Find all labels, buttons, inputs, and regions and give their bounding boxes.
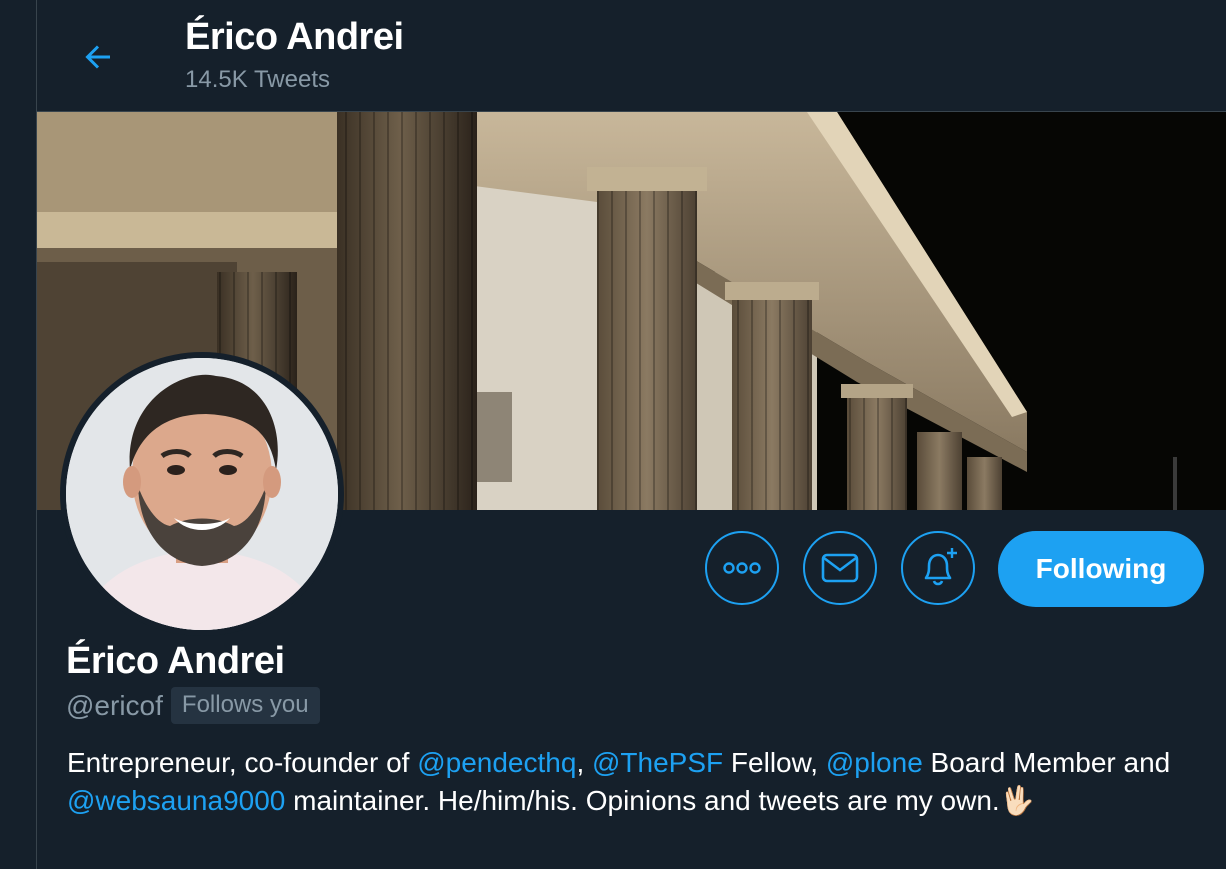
more-horizontal-icon (723, 562, 761, 574)
notify-button[interactable] (901, 531, 975, 605)
profile-avatar[interactable] (60, 352, 344, 636)
bio-text: Fellow, (723, 747, 826, 778)
avatar-photo (66, 358, 338, 630)
profile-handle: @ericof (66, 689, 163, 721)
profile-bio: Entrepreneur, co-founder of @pendecthq, … (67, 744, 1207, 820)
mention-link-pendecthq[interactable]: @pendecthq (417, 747, 576, 778)
back-button[interactable] (77, 36, 119, 78)
envelope-icon (821, 553, 859, 583)
handle-row: @ericof Follows you (66, 687, 320, 724)
arrow-left-icon (85, 45, 110, 69)
profile-name: Érico Andrei (66, 640, 285, 682)
header-title: Érico Andrei (185, 16, 404, 58)
tweet-count: 14.5K Tweets (185, 66, 330, 93)
profile-page: Érico Andrei 14.5K Tweets Following Éric… (0, 0, 1226, 869)
bell-plus-icon (924, 548, 957, 586)
vulcan-salute-emoji: 🖖🏻 (999, 785, 1035, 816)
mention-link-plone[interactable]: @plone (826, 747, 923, 778)
mention-link-thepsf[interactable]: @ThePSF (592, 747, 723, 778)
bio-text: maintainer. He/him/his. Opinions and twe… (285, 785, 1000, 816)
follows-you-badge: Follows you (170, 687, 320, 724)
more-button[interactable] (705, 531, 779, 605)
message-button[interactable] (803, 531, 877, 605)
following-button[interactable]: Following (998, 531, 1204, 607)
mention-link-websauna9000[interactable]: @websauna9000 (67, 785, 285, 816)
profile-header: Érico Andrei 14.5K Tweets (37, 0, 1226, 112)
bio-text: Board Member and (922, 747, 1171, 778)
avatar-illustration (66, 358, 338, 630)
bio-text: Entrepreneur, co-founder of (67, 747, 418, 778)
bio-text: , (576, 747, 592, 778)
